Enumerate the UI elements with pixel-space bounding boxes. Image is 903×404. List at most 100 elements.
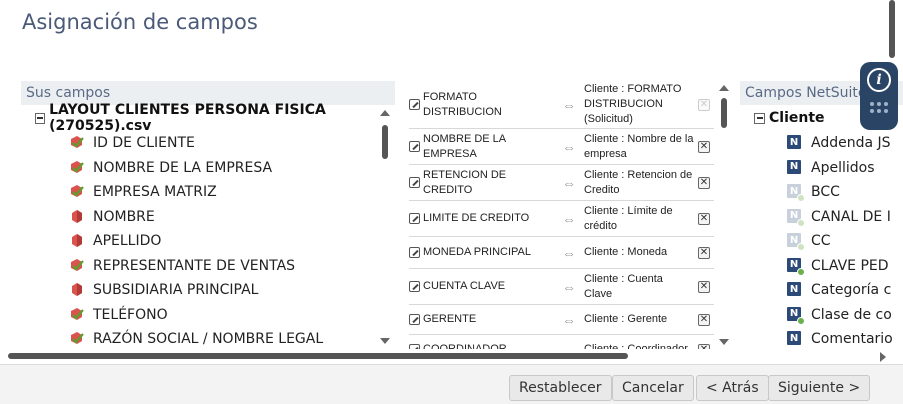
help-widget[interactable]: i xyxy=(860,62,898,130)
next-button[interactable]: Siguiente > xyxy=(768,375,871,401)
netsuite-field-item[interactable]: N Addenda JS xyxy=(740,131,903,156)
edit-icon[interactable] xyxy=(409,177,420,188)
netsuite-field-label: Comentario xyxy=(811,331,893,348)
netsuite-field-item[interactable]: N Categoría c xyxy=(740,278,903,303)
netsuite-field-item[interactable]: N CANAL DE I xyxy=(740,205,903,230)
horizontal-scrollbar[interactable] xyxy=(8,351,888,362)
remove-mapping-icon[interactable]: ✕ xyxy=(698,343,710,349)
csv-field-label: ID DE CLIENTE xyxy=(93,135,195,152)
remove-mapping-icon[interactable]: ✕ xyxy=(698,140,710,153)
csv-field-item[interactable]: NOMBRE DE LA EMPRESA xyxy=(21,156,395,181)
your-fields-scrollbar[interactable] xyxy=(379,108,391,350)
netsuite-fields-list: N Addenda JS N Apellidos N BCC N CANAL DE I N CC N… xyxy=(740,131,903,349)
bidirectional-arrow-icon: ⇔ xyxy=(562,210,576,227)
csv-field-item[interactable]: APELLIDO xyxy=(21,229,395,254)
mapped-field-icon xyxy=(69,258,85,274)
csv-field-item[interactable]: REPRESENTANTE DE VENTAS xyxy=(21,254,395,279)
csv-field-item[interactable]: ID DE CLIENTE xyxy=(21,131,395,156)
mapping-source[interactable]: NOMBRE DE LA EMPRESA xyxy=(409,132,554,161)
mapping-row[interactable]: FORMATO DISTRIBUCION ⇔ Cliente : FORMATO D… xyxy=(409,81,714,129)
remove-mapping-icon[interactable]: ✕ xyxy=(698,313,710,326)
edit-icon[interactable] xyxy=(409,99,420,110)
lock-icon xyxy=(797,243,805,252)
netsuite-field-label: Addenda JS xyxy=(811,135,891,152)
info-icon[interactable]: i xyxy=(867,68,891,92)
apps-grid-icon[interactable] xyxy=(870,102,888,113)
mapping-row[interactable]: MONEDA PRINCIPAL ⇔ Cliente : Moneda ✕ xyxy=(409,237,714,269)
scroll-thumb[interactable] xyxy=(8,353,628,359)
csv-field-item[interactable]: EMPRESA MATRIZ xyxy=(21,180,395,205)
mapping-source[interactable]: CUENTA CLAVE xyxy=(409,279,554,293)
remove-mapping-icon[interactable]: ✕ xyxy=(698,212,710,225)
mapping-source-label: LIMITE DE CREDITO xyxy=(423,212,530,225)
netsuite-field-item[interactable]: N Apellidos xyxy=(740,156,903,181)
mapping-source[interactable]: RETENCION DE CREDITO xyxy=(409,168,554,197)
mapping-source-label: NOMBRE DE LA EMPRESA xyxy=(423,133,506,160)
mappings-scrollbar[interactable] xyxy=(718,83,730,351)
scroll-down-icon[interactable] xyxy=(719,339,729,345)
edit-icon[interactable] xyxy=(409,141,420,152)
mapped-field-icon xyxy=(69,135,85,151)
collapse-icon[interactable] xyxy=(754,112,765,124)
mapping-source[interactable]: LIMITE DE CREDITO xyxy=(409,211,554,225)
mapping-source[interactable]: MONEDA PRINCIPAL xyxy=(409,245,554,259)
scroll-thumb[interactable] xyxy=(382,125,388,159)
page-title: Asignación de campos xyxy=(22,10,258,34)
netsuite-field-icon: N xyxy=(787,208,805,227)
mapping-target-label: Cliente : Límite de crédito xyxy=(584,204,673,232)
csv-field-label: SUBSIDIARIA PRINCIPAL xyxy=(93,282,259,299)
mapping-row[interactable]: CUENTA CLAVE ⇔ Cliente : Cuenta Clave ✕ xyxy=(409,269,714,305)
mapping-row[interactable]: NOMBRE DE LA EMPRESA ⇔ Cliente : Nombre de… xyxy=(409,129,714,165)
lock-icon xyxy=(797,194,805,203)
remove-mapping-icon[interactable]: ✕ xyxy=(698,176,710,189)
scroll-up-icon[interactable] xyxy=(719,85,729,91)
mapping-source[interactable]: FORMATO DISTRIBUCION xyxy=(409,90,554,119)
scroll-right-icon[interactable] xyxy=(880,352,886,362)
remove-mapping-icon[interactable]: ✕ xyxy=(698,98,710,111)
csv-file-node[interactable]: LAYOUT CLIENTES PERSONA FISICA (270525).… xyxy=(21,102,395,134)
netsuite-field-icon: N xyxy=(787,257,805,276)
back-button[interactable]: < Atrás xyxy=(696,375,769,401)
netsuite-field-icon: N xyxy=(787,331,803,347)
edit-icon[interactable] xyxy=(409,313,420,325)
mapping-row[interactable]: LIMITE DE CREDITO ⇔ Cliente : Límite de cr… xyxy=(409,201,714,237)
edit-icon[interactable] xyxy=(409,246,420,258)
collapse-icon[interactable] xyxy=(35,112,46,124)
lock-icon xyxy=(797,316,805,325)
mapping-row[interactable]: RETENCION DE CREDITO ⇔ Cliente : Retencion… xyxy=(409,165,714,201)
netsuite-field-item[interactable]: N CLAVE PED xyxy=(740,254,903,279)
bidirectional-arrow-icon: ⇔ xyxy=(562,244,576,261)
remove-mapping-icon[interactable]: ✕ xyxy=(698,280,710,293)
netsuite-field-icon: N xyxy=(787,135,803,151)
mapping-source[interactable]: GERENTE xyxy=(409,312,554,326)
csv-field-item[interactable]: TELÉFONO xyxy=(21,303,395,328)
edit-icon[interactable] xyxy=(409,212,420,224)
mapping-source[interactable]: COORDINADOR xyxy=(409,342,554,349)
scroll-up-icon[interactable] xyxy=(380,110,390,116)
mapping-row[interactable]: COORDINADOR ⇔Cliente : Coordinador ✕ xyxy=(409,335,714,349)
unmapped-field-icon xyxy=(69,282,85,298)
scroll-down-icon[interactable] xyxy=(380,338,390,344)
csv-field-label: TELÉFONO xyxy=(93,306,168,323)
csv-field-label: APELLIDO xyxy=(93,233,162,250)
netsuite-field-item[interactable]: N Clase de co xyxy=(740,303,903,328)
lock-icon xyxy=(797,267,805,276)
netsuite-field-item[interactable]: N CC xyxy=(740,229,903,254)
mapping-row[interactable]: GERENTE ⇔ Cliente : Gerente ✕ xyxy=(409,305,714,335)
scroll-thumb[interactable] xyxy=(889,0,895,58)
netsuite-field-item[interactable]: N BCC xyxy=(740,180,903,205)
edit-icon[interactable] xyxy=(409,343,420,349)
remove-mapping-icon[interactable]: ✕ xyxy=(698,246,710,259)
csv-field-item[interactable]: NOMBRE xyxy=(21,205,395,230)
footer-bar: Restablecer Cancelar < Atrás Siguiente > xyxy=(0,364,903,404)
page-scrollbar[interactable] xyxy=(888,0,896,60)
csv-field-item[interactable]: SUBSIDIARIA PRINCIPAL xyxy=(21,278,395,303)
reset-button[interactable]: Restablecer xyxy=(509,375,612,401)
cancel-button[interactable]: Cancelar xyxy=(612,375,694,401)
scroll-thumb[interactable] xyxy=(721,98,727,128)
edit-icon[interactable] xyxy=(409,280,420,292)
mapping-target-label: Cliente : FORMATO DISTRIBUCION (Solicitu… xyxy=(584,83,682,125)
netsuite-field-item[interactable]: N Comentario xyxy=(740,327,903,349)
csv-field-item[interactable]: RAZÓN SOCIAL / NOMBRE LEGAL xyxy=(21,327,395,349)
mapping-source-label: FORMATO DISTRIBUCION xyxy=(423,91,502,118)
